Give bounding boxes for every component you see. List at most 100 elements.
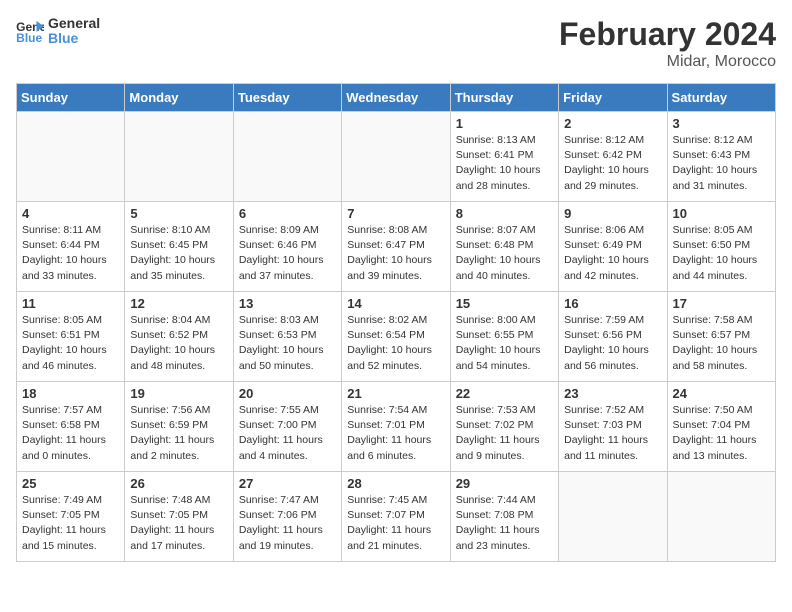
calendar-cell: 26 Sunrise: 7:48 AM Sunset: 7:05 PM Dayli… [125, 472, 233, 562]
day-number: 11 [22, 296, 119, 311]
weekday-header: Tuesday [233, 84, 341, 112]
calendar-cell [233, 112, 341, 202]
weekday-header: Saturday [667, 84, 775, 112]
calendar-cell: 17 Sunrise: 7:58 AM Sunset: 6:57 PM Dayli… [667, 292, 775, 382]
weekday-header: Monday [125, 84, 233, 112]
day-number: 4 [22, 206, 119, 221]
calendar-cell [342, 112, 450, 202]
calendar-week-row: 4 Sunrise: 8:11 AM Sunset: 6:44 PM Daylig… [17, 202, 776, 292]
day-info: Sunrise: 8:12 AM Sunset: 6:42 PM Dayligh… [564, 133, 661, 194]
calendar-cell: 15 Sunrise: 8:00 AM Sunset: 6:55 PM Dayli… [450, 292, 558, 382]
day-info: Sunrise: 8:00 AM Sunset: 6:55 PM Dayligh… [456, 313, 553, 374]
weekday-header: Wednesday [342, 84, 450, 112]
calendar-cell: 3 Sunrise: 8:12 AM Sunset: 6:43 PM Daylig… [667, 112, 775, 202]
day-info: Sunrise: 8:08 AM Sunset: 6:47 PM Dayligh… [347, 223, 444, 284]
calendar-cell: 18Sunrise: 7:57 AM Sunset: 6:58 PM Dayli… [17, 382, 125, 472]
calendar-cell: 2 Sunrise: 8:12 AM Sunset: 6:42 PM Daylig… [559, 112, 667, 202]
day-info: Sunrise: 8:10 AM Sunset: 6:45 PM Dayligh… [130, 223, 227, 284]
calendar-cell: 28 Sunrise: 7:45 AM Sunset: 7:07 PM Dayli… [342, 472, 450, 562]
logo-icon: General Blue [16, 19, 44, 43]
day-info: Sunrise: 7:44 AM Sunset: 7:08 PM Dayligh… [456, 493, 553, 554]
calendar-cell: 12 Sunrise: 8:04 AM Sunset: 6:52 PM Dayli… [125, 292, 233, 382]
calendar-cell: 27 Sunrise: 7:47 AM Sunset: 7:06 PM Dayli… [233, 472, 341, 562]
calendar-table: SundayMondayTuesdayWednesdayThursdayFrid… [16, 83, 776, 562]
day-number: 27 [239, 476, 336, 491]
day-number: 10 [673, 206, 770, 221]
calendar-cell [125, 112, 233, 202]
day-number: 26 [130, 476, 227, 491]
day-info: Sunrise: 8:11 AM Sunset: 6:44 PM Dayligh… [22, 223, 119, 284]
calendar-cell: 7 Sunrise: 8:08 AM Sunset: 6:47 PM Daylig… [342, 202, 450, 292]
calendar-header-row: SundayMondayTuesdayWednesdayThursdayFrid… [17, 84, 776, 112]
day-info: Sunrise: 8:05 AM Sunset: 6:50 PM Dayligh… [673, 223, 770, 284]
logo-line1: General [48, 16, 100, 31]
weekday-header: Sunday [17, 84, 125, 112]
day-number: 19 [130, 386, 227, 401]
page-header: General Blue General Blue February 2024 … [16, 16, 776, 71]
day-number: 16 [564, 296, 661, 311]
day-number: 24 [673, 386, 770, 401]
day-info: Sunrise: 8:12 AM Sunset: 6:43 PM Dayligh… [673, 133, 770, 194]
calendar-cell: 10 Sunrise: 8:05 AM Sunset: 6:50 PM Dayli… [667, 202, 775, 292]
calendar-cell: 14Sunrise: 8:02 AM Sunset: 6:54 PM Dayli… [342, 292, 450, 382]
day-info: Sunrise: 7:54 AM Sunset: 7:01 PM Dayligh… [347, 403, 444, 464]
day-info: Sunrise: 7:47 AM Sunset: 7:06 PM Dayligh… [239, 493, 336, 554]
day-info: Sunrise: 7:52 AM Sunset: 7:03 PM Dayligh… [564, 403, 661, 464]
calendar-cell: 29 Sunrise: 7:44 AM Sunset: 7:08 PM Dayli… [450, 472, 558, 562]
calendar-title: February 2024 [559, 16, 776, 53]
calendar-cell: 11 Sunrise: 8:05 AM Sunset: 6:51 PM Dayli… [17, 292, 125, 382]
day-info: Sunrise: 8:07 AM Sunset: 6:48 PM Dayligh… [456, 223, 553, 284]
calendar-week-row: 1 Sunrise: 8:13 AM Sunset: 6:41 PM Daylig… [17, 112, 776, 202]
calendar-week-row: 11 Sunrise: 8:05 AM Sunset: 6:51 PM Dayli… [17, 292, 776, 382]
day-info: Sunrise: 8:05 AM Sunset: 6:51 PM Dayligh… [22, 313, 119, 374]
day-number: 3 [673, 116, 770, 131]
logo: General Blue General Blue [16, 16, 100, 47]
weekday-header: Friday [559, 84, 667, 112]
day-number: 25 [22, 476, 119, 491]
title-block: February 2024 Midar, Morocco [559, 16, 776, 71]
day-number: 13 [239, 296, 336, 311]
calendar-cell [667, 472, 775, 562]
day-info: Sunrise: 7:49 AM Sunset: 7:05 PM Dayligh… [22, 493, 119, 554]
calendar-cell: 9Sunrise: 8:06 AM Sunset: 6:49 PM Daylig… [559, 202, 667, 292]
day-number: 22 [456, 386, 553, 401]
day-info: Sunrise: 7:53 AM Sunset: 7:02 PM Dayligh… [456, 403, 553, 464]
calendar-cell: 5 Sunrise: 8:10 AM Sunset: 6:45 PM Daylig… [125, 202, 233, 292]
day-number: 29 [456, 476, 553, 491]
day-number: 28 [347, 476, 444, 491]
calendar-cell: 16 Sunrise: 7:59 AM Sunset: 6:56 PM Dayli… [559, 292, 667, 382]
day-number: 8 [456, 206, 553, 221]
calendar-cell: 19Sunrise: 7:56 AM Sunset: 6:59 PM Dayli… [125, 382, 233, 472]
day-info: Sunrise: 7:48 AM Sunset: 7:05 PM Dayligh… [130, 493, 227, 554]
day-number: 2 [564, 116, 661, 131]
calendar-cell: 23Sunrise: 7:52 AM Sunset: 7:03 PM Dayli… [559, 382, 667, 472]
day-number: 7 [347, 206, 444, 221]
day-info: Sunrise: 7:59 AM Sunset: 6:56 PM Dayligh… [564, 313, 661, 374]
day-number: 12 [130, 296, 227, 311]
day-number: 17 [673, 296, 770, 311]
calendar-cell: 4 Sunrise: 8:11 AM Sunset: 6:44 PM Daylig… [17, 202, 125, 292]
calendar-cell: 22 Sunrise: 7:53 AM Sunset: 7:02 PM Dayli… [450, 382, 558, 472]
svg-text:Blue: Blue [16, 31, 42, 43]
day-info: Sunrise: 8:04 AM Sunset: 6:52 PM Dayligh… [130, 313, 227, 374]
day-number: 15 [456, 296, 553, 311]
calendar-cell: 25 Sunrise: 7:49 AM Sunset: 7:05 PM Dayli… [17, 472, 125, 562]
day-info: Sunrise: 8:06 AM Sunset: 6:49 PM Dayligh… [564, 223, 661, 284]
calendar-cell: 6Sunrise: 8:09 AM Sunset: 6:46 PM Daylig… [233, 202, 341, 292]
day-info: Sunrise: 8:13 AM Sunset: 6:41 PM Dayligh… [456, 133, 553, 194]
logo-line2: Blue [48, 31, 100, 46]
calendar-cell: 21 Sunrise: 7:54 AM Sunset: 7:01 PM Dayli… [342, 382, 450, 472]
day-number: 5 [130, 206, 227, 221]
day-info: Sunrise: 8:09 AM Sunset: 6:46 PM Dayligh… [239, 223, 336, 284]
calendar-cell: 1 Sunrise: 8:13 AM Sunset: 6:41 PM Daylig… [450, 112, 558, 202]
day-number: 1 [456, 116, 553, 131]
day-info: Sunrise: 7:45 AM Sunset: 7:07 PM Dayligh… [347, 493, 444, 554]
weekday-header: Thursday [450, 84, 558, 112]
calendar-week-row: 25 Sunrise: 7:49 AM Sunset: 7:05 PM Dayli… [17, 472, 776, 562]
day-info: Sunrise: 8:03 AM Sunset: 6:53 PM Dayligh… [239, 313, 336, 374]
day-number: 21 [347, 386, 444, 401]
day-info: Sunrise: 7:58 AM Sunset: 6:57 PM Dayligh… [673, 313, 770, 374]
calendar-subtitle: Midar, Morocco [559, 53, 776, 71]
day-number: 14 [347, 296, 444, 311]
day-number: 18 [22, 386, 119, 401]
